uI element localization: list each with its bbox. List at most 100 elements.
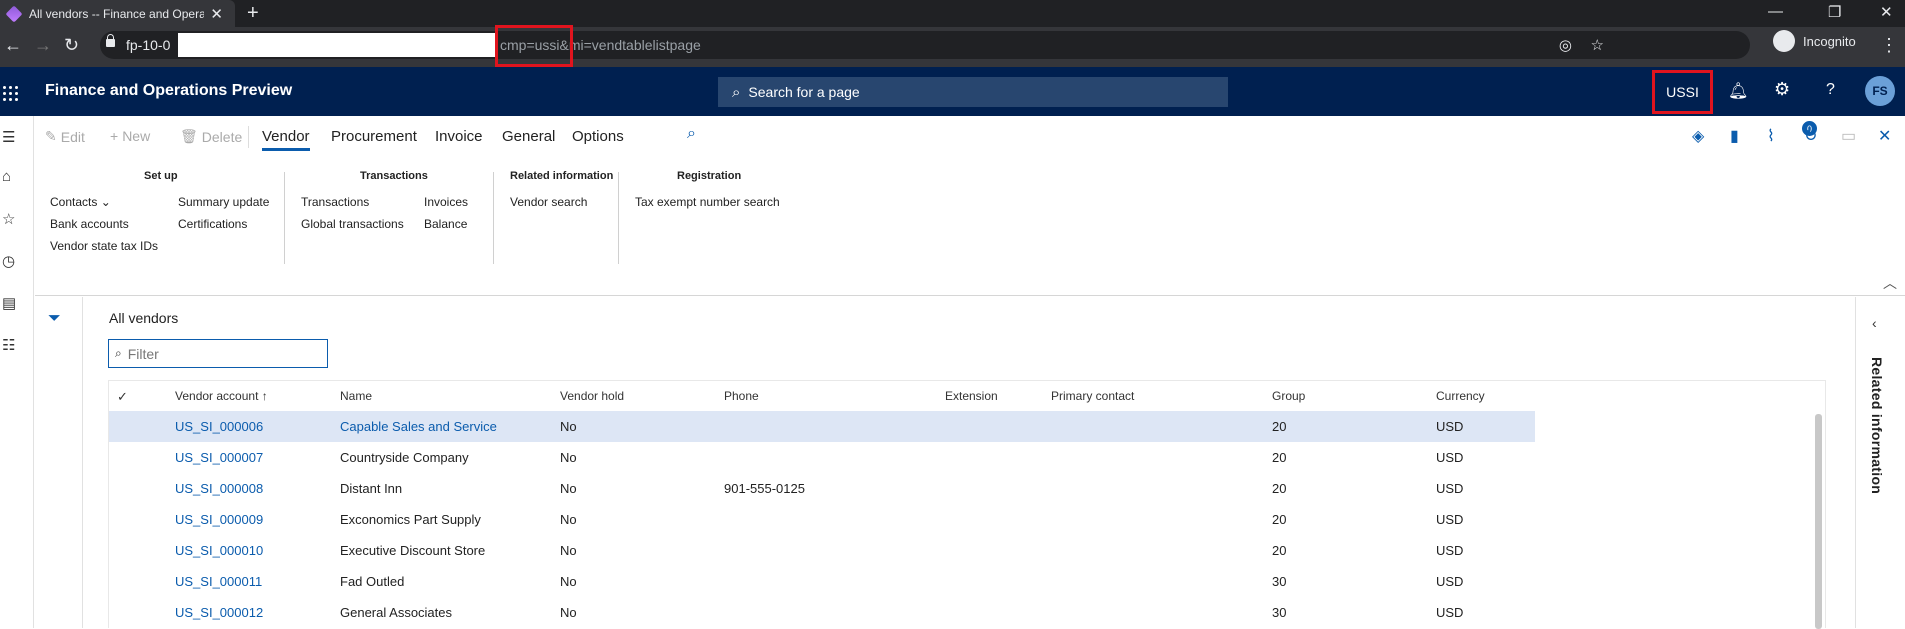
browser-menu-icon[interactable]: ⋮ [1880,35,1898,56]
cell-name: Capable Sales and Service [340,419,497,434]
minimize-icon[interactable]: — [1768,3,1783,20]
modules-list-icon[interactable]: ☷ [2,336,15,354]
cell-vendor-account[interactable]: US_SI_000012 [175,605,263,620]
company-picker[interactable]: USSI [1652,70,1713,114]
column-header-name[interactable]: Name [340,389,372,403]
hamburger-icon[interactable]: ☰ [2,128,15,146]
search-placeholder: Search for a page [748,84,860,100]
table-row[interactable]: US_SI_000010 Executive Discount Store No 20… [109,535,1535,566]
gear-icon[interactable]: ⚙ [1774,79,1790,100]
star-icon[interactable]: ☆ [2,210,15,228]
bell-icon[interactable]: 🔔︎ [1728,81,1748,101]
filter-input[interactable]: ⌕ Filter [108,339,328,368]
recent-clock-icon[interactable]: ◷ [2,252,15,270]
cell-name: Countryside Company [340,450,469,465]
close-page-icon[interactable]: ✕ [1878,126,1891,146]
table-row[interactable]: US_SI_000006 Capable Sales and Service No 2… [109,411,1535,442]
contacts-label: Contacts [50,195,98,209]
refresh-icon[interactable]: ↻ [1804,126,1817,146]
cell-currency: USD [1436,450,1464,465]
cell-name: Distant Inn [340,481,403,496]
tax-exempt-search-button[interactable]: Tax exempt number search [635,195,780,209]
tab-invoice[interactable]: Invoice [435,128,483,145]
new-tab-icon[interactable]: + [247,2,259,25]
column-header-phone[interactable]: Phone [724,389,759,403]
browser-tab[interactable]: All vendors -- Finance and Opera ✕ [0,0,235,27]
cell-vendor-account[interactable]: US_SI_000009 [175,512,263,527]
cell-vendor-hold: No [560,512,577,527]
table-row[interactable]: US_SI_000008 Distant Inn No 901-555-0125 20 U… [109,473,1535,504]
tab-procurement[interactable]: Procurement [331,128,417,145]
window-close-icon[interactable]: ✕ [1880,3,1893,21]
transactions-button[interactable]: Transactions [301,195,369,209]
filter-pane-icon[interactable]: ⏷ [48,310,61,328]
incognito-indicator[interactable]: Incognito [1773,30,1856,52]
invoices-button[interactable]: Invoices [424,195,468,209]
tracking-off-icon[interactable]: ◎ [1559,36,1572,54]
diamond-icon[interactable]: ◈ [1692,126,1704,146]
url-input[interactable]: fp-10-0 cmp=ussi&mi=vendtablelistpage ◎ … [100,31,1750,59]
collapse-ribbon-icon[interactable]: ︿ [1883,273,1897,293]
column-header-vendor-account[interactable]: Vendor account ↑ [175,389,268,403]
bank-accounts-button[interactable]: Bank accounts [50,217,129,231]
tab-options[interactable]: Options [572,128,624,145]
app-launcher-icon[interactable] [3,86,18,101]
cell-vendor-account[interactable]: US_SI_000007 [175,450,263,465]
back-icon[interactable]: ← [4,35,22,56]
cell-currency: USD [1436,481,1464,496]
select-all-check-icon[interactable]: ✓ [117,389,128,405]
vendor-grid: ✓ Vendor account ↑ Name Vendor hold Phon… [108,380,1826,629]
page-search-input[interactable]: ⌕ Search for a page [718,77,1228,107]
cell-group: 20 [1272,543,1287,558]
edit-button[interactable]: ✎ Edit [45,128,85,145]
global-transactions-button[interactable]: Global transactions [301,217,404,231]
new-button[interactable]: + New [110,128,150,144]
forward-icon[interactable]: → [34,35,52,56]
restore-icon[interactable]: ❐ [1828,3,1841,21]
column-header-extension[interactable]: Extension [945,389,998,403]
contacts-menu[interactable]: Contacts ⌄ [50,195,111,209]
column-header-currency[interactable]: Currency [1436,389,1485,403]
summary-update-button[interactable]: Summary update [178,195,269,209]
table-row[interactable]: US_SI_000009 Exconomics Part Supply No 20 US… [109,504,1535,535]
left-nav: ☰ ⌂ ☆ ◷ ▤ ☷ [0,116,34,628]
vendor-search-button[interactable]: Vendor search [510,195,587,209]
column-header-primary-contact[interactable]: Primary contact [1051,389,1134,403]
popout-icon[interactable]: ▭ [1841,126,1856,146]
related-info-label[interactable]: Related information [1869,357,1885,494]
table-row[interactable]: US_SI_000011 Fad Outled No 30 USD [109,566,1535,597]
balance-button[interactable]: Balance [424,217,467,231]
help-icon[interactable]: ? [1826,81,1835,99]
chevron-left-icon[interactable]: ‹ [1872,315,1877,331]
cell-vendor-account[interactable]: US_SI_000006 [175,419,263,434]
grid-scrollbar[interactable] [1815,414,1822,629]
divider [82,297,83,628]
cell-vendor-account[interactable]: US_SI_000011 [175,574,262,589]
cell-vendor-account[interactable]: US_SI_000008 [175,481,263,496]
table-row[interactable]: US_SI_000012 General Associates No 30 USD [109,597,1535,628]
tab-general[interactable]: General [502,128,555,145]
action-search-icon[interactable]: ⌕ [687,125,696,143]
cell-name: Exconomics Part Supply [340,512,481,527]
attachment-icon[interactable]: ⌇ [1767,126,1775,146]
avatar[interactable]: FS [1865,76,1895,106]
cell-vendor-account[interactable]: US_SI_000010 [175,543,263,558]
workspace-icon[interactable]: ▤ [2,294,16,312]
cell-phone: 901-555-0125 [724,481,805,496]
reload-icon[interactable]: ↻ [64,35,79,56]
delete-button[interactable]: 🗑︎ Delete [180,128,242,145]
office-icon[interactable]: ▮ [1730,126,1739,146]
action-pane: ✎ Edit + New 🗑︎ Delete Vendor Procurement I… [35,116,1905,156]
tab-close-icon[interactable]: ✕ [210,5,223,23]
table-row[interactable]: US_SI_000007 Countryside Company No 20 USD [109,442,1535,473]
cell-currency: USD [1436,512,1464,527]
home-icon[interactable]: ⌂ [2,168,11,185]
incognito-icon [1773,30,1795,52]
vendor-state-tax-button[interactable]: Vendor state tax IDs [50,239,158,253]
chevron-down-icon: ⌄ [100,195,111,209]
column-header-group[interactable]: Group [1272,389,1305,403]
bookmark-star-icon[interactable]: ☆ [1591,36,1604,54]
column-header-vendor-hold[interactable]: Vendor hold [560,389,624,403]
tab-vendor[interactable]: Vendor [262,128,310,151]
certifications-button[interactable]: Certifications [178,217,247,231]
